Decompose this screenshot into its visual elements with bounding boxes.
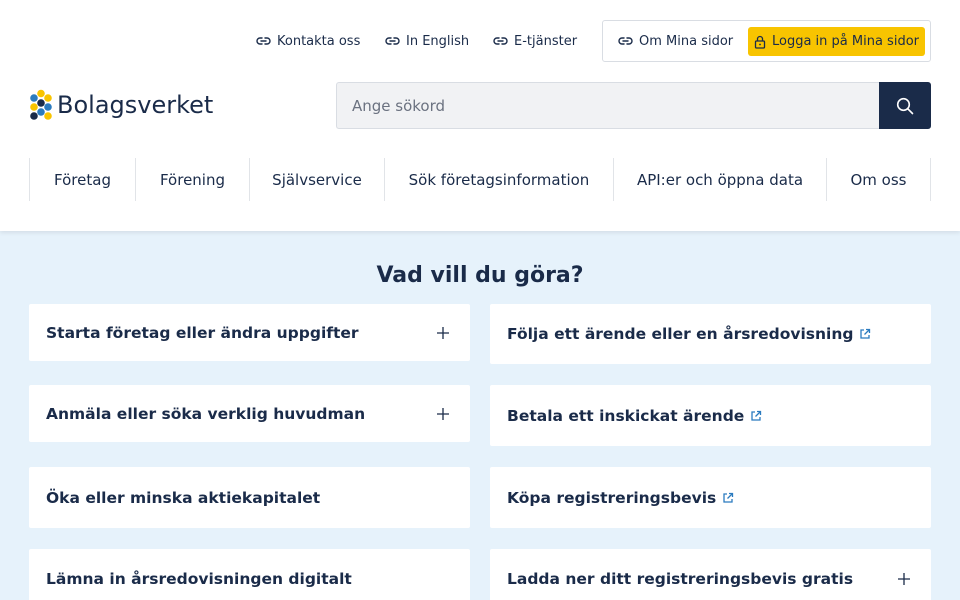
login-button[interactable]: Logga in på Mina sidor bbox=[748, 27, 925, 56]
mina-sidor-box: Om Mina sidor Logga in på Mina sidor bbox=[602, 20, 931, 62]
card-aktiekapital[interactable]: Öka eller minska aktiekapitalet bbox=[29, 467, 470, 528]
link-icon bbox=[256, 37, 271, 45]
logo-mark-icon bbox=[30, 89, 52, 120]
nav-item-apier[interactable]: API:er och öppna data bbox=[613, 158, 826, 201]
main-navigation: Företag Förening Självservice Sök företa… bbox=[29, 158, 931, 201]
card-label: Ladda ner ditt registreringsbevis gratis bbox=[507, 570, 854, 588]
search-input[interactable] bbox=[336, 82, 880, 129]
etjanster-link[interactable]: E-tjänster bbox=[493, 30, 577, 52]
om-mina-sidor-link[interactable]: Om Mina sidor bbox=[618, 30, 733, 52]
card-label: Starta företag eller ändra uppgifter bbox=[46, 323, 359, 342]
card-label: Betala ett inskickat ärende bbox=[507, 385, 762, 446]
link-icon bbox=[385, 37, 400, 45]
card-label: Följa ett ärende eller en årsredovisning bbox=[507, 304, 871, 364]
etjanster-link-label: E-tjänster bbox=[514, 33, 578, 49]
plus-icon bbox=[437, 407, 449, 420]
nav-item-sjalvservice[interactable]: Självservice bbox=[249, 158, 384, 201]
english-link-label: In English bbox=[406, 33, 470, 49]
lock-icon bbox=[754, 35, 766, 49]
external-link-icon bbox=[860, 328, 871, 339]
english-link[interactable]: In English bbox=[385, 30, 469, 52]
section-title: Vad vill du göra? bbox=[376, 263, 584, 288]
nav-item-foretag[interactable]: Företag bbox=[29, 158, 135, 201]
external-link-icon bbox=[751, 410, 762, 421]
contact-link[interactable]: Kontakta oss bbox=[256, 30, 360, 52]
card-verklig-huvudman[interactable]: Anmäla eller söka verklig huvudman bbox=[29, 385, 470, 442]
main-content: Vad vill du göra? Starta företag eller ä… bbox=[0, 231, 960, 600]
plus-icon bbox=[437, 326, 449, 339]
card-folja-arende[interactable]: Följa ett ärende eller en årsredovisning bbox=[490, 304, 931, 364]
card-kopa-registreringsbevis[interactable]: Köpa registreringsbevis bbox=[490, 467, 931, 528]
card-label: Lämna in årsredovisningen digitalt bbox=[46, 570, 352, 588]
nav-item-forening[interactable]: Förening bbox=[135, 158, 249, 201]
nav-item-om-oss[interactable]: Om oss bbox=[826, 158, 930, 201]
card-starta-foretag[interactable]: Starta företag eller ändra uppgifter bbox=[29, 304, 470, 361]
login-button-label: Logga in på Mina sidor bbox=[771, 34, 919, 49]
logo-text: Bolagsverket bbox=[57, 91, 214, 119]
bolagsverket-logo[interactable]: Bolagsverket bbox=[29, 88, 213, 122]
search-icon bbox=[896, 97, 914, 114]
card-ladda-ner-registreringsbevis[interactable]: Ladda ner ditt registreringsbevis gratis bbox=[490, 549, 931, 600]
link-icon bbox=[493, 37, 508, 45]
card-betala-arende[interactable]: Betala ett inskickat ärende bbox=[490, 385, 931, 446]
card-label: Öka eller minska aktiekapitalet bbox=[46, 488, 321, 507]
card-label: Köpa registreringsbevis bbox=[507, 467, 734, 528]
link-icon bbox=[618, 37, 633, 45]
om-mina-sidor-label: Om Mina sidor bbox=[639, 33, 734, 49]
plus-icon bbox=[898, 573, 910, 585]
nav-item-sok-foretagsinformation[interactable]: Sök företagsinformation bbox=[384, 158, 613, 201]
card-label: Anmäla eller söka verklig huvudman bbox=[46, 404, 366, 423]
external-link-icon bbox=[723, 492, 734, 503]
card-arsredovisning-digitalt[interactable]: Lämna in årsredovisningen digitalt bbox=[29, 549, 470, 600]
site-header: Kontakta oss In English E-tjänster Om Mi… bbox=[0, 0, 960, 231]
contact-link-label: Kontakta oss bbox=[277, 33, 361, 49]
search-button[interactable] bbox=[879, 82, 931, 129]
